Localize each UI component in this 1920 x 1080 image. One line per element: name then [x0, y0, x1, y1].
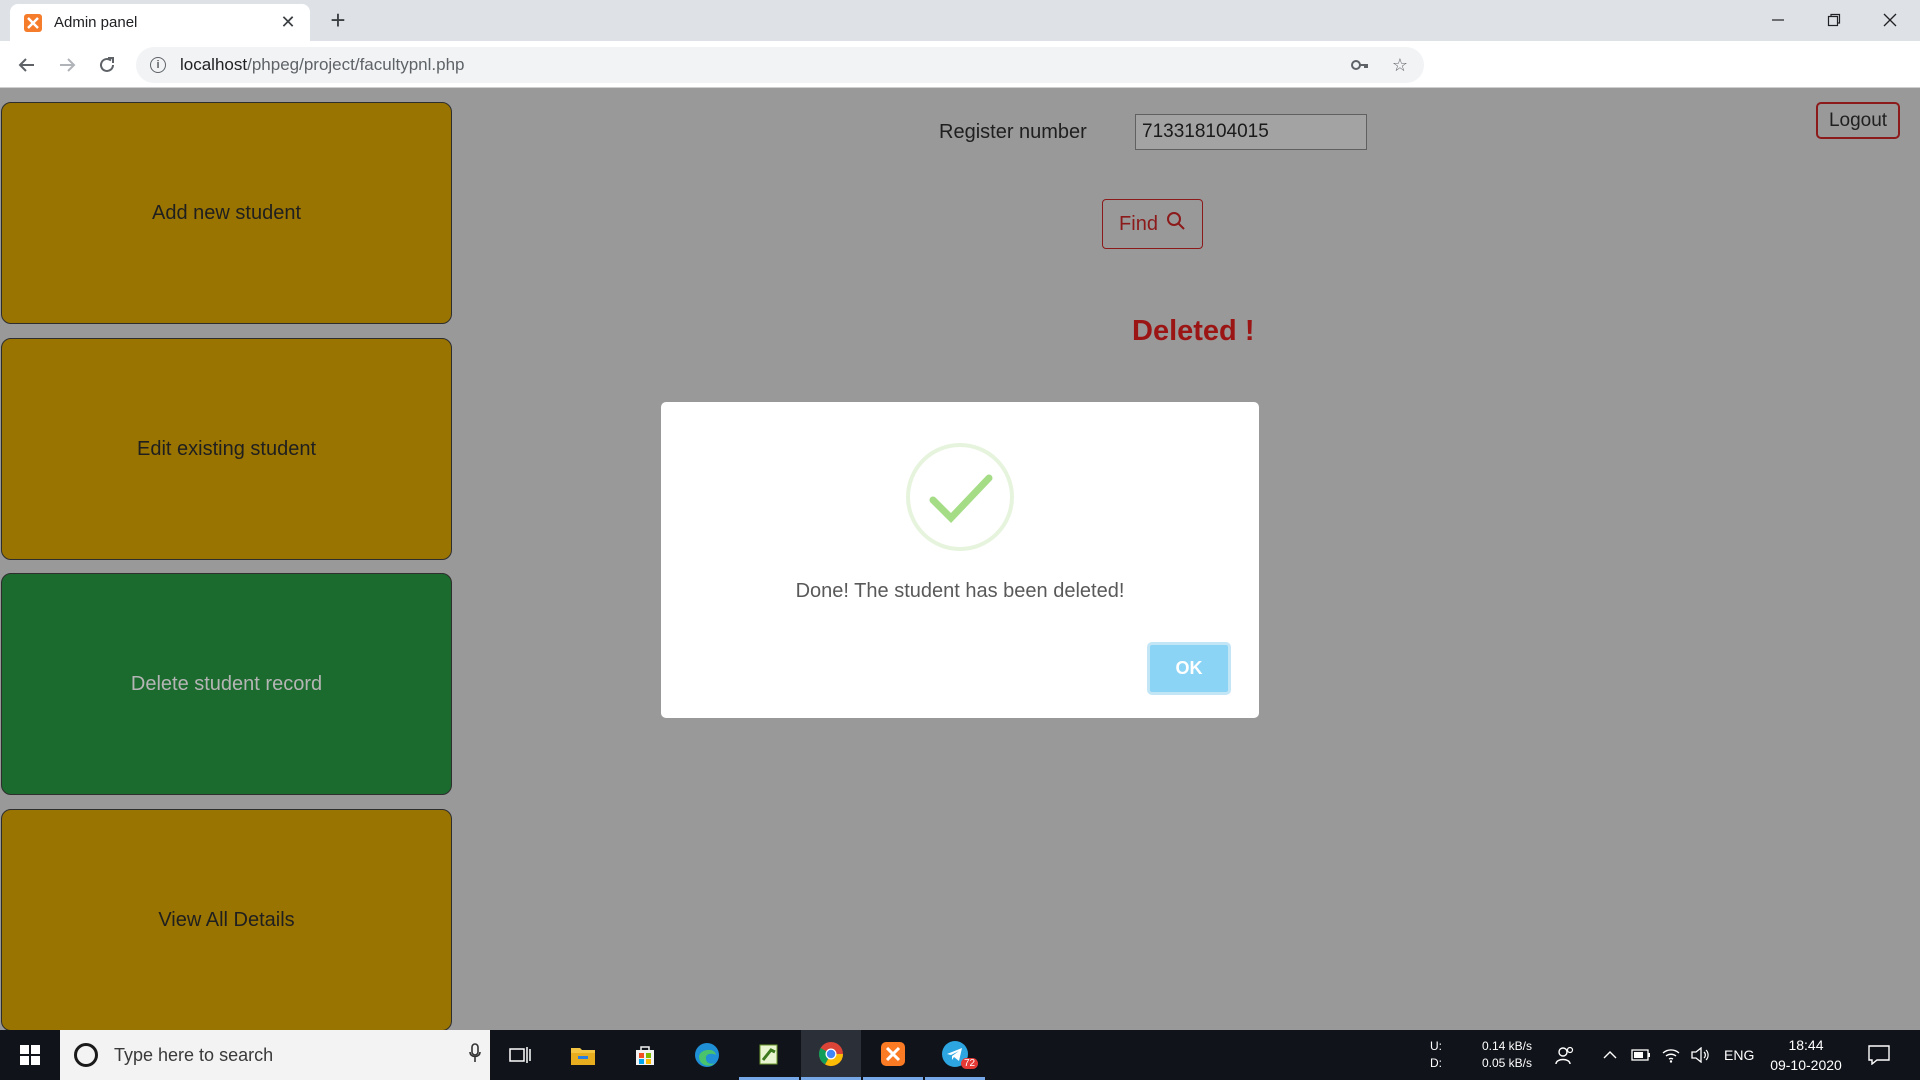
- taskbar-clock[interactable]: 18:44 09-10-2020: [1762, 1035, 1850, 1075]
- new-tab-icon[interactable]: +: [324, 6, 352, 34]
- url-path: /phpeg/project/facultypnl.php: [247, 55, 465, 74]
- net-speed-values: 0.14 kB/s 0.05 kB/s: [1478, 1038, 1532, 1072]
- net-speed-labels: U: D:: [1430, 1038, 1442, 1072]
- add-student-button[interactable]: Add new student: [1, 102, 452, 324]
- notepad-plus-icon[interactable]: [739, 1030, 799, 1080]
- clock-date: 09-10-2020: [1770, 1057, 1842, 1073]
- tab-title: Admin panel: [54, 14, 138, 31]
- url-host: localhost: [180, 55, 248, 74]
- clock-time: 18:44: [1788, 1037, 1824, 1053]
- dialog-message: Done! The student has been deleted!: [795, 580, 1125, 602]
- register-number-label: Register number: [939, 121, 1087, 143]
- bookmark-star-icon[interactable]: ☆: [1390, 55, 1410, 75]
- task-view-icon[interactable]: [490, 1030, 550, 1080]
- telegram-unread-badge: 72: [961, 1058, 979, 1069]
- delete-student-button[interactable]: Delete student record: [1, 573, 452, 795]
- volume-icon[interactable]: [1690, 1030, 1710, 1080]
- xampp-favicon-icon: [24, 13, 42, 32]
- windows-start-icon[interactable]: [0, 1030, 60, 1080]
- browser-toolbar: i localhost/phpeg/project/facultypnl.php…: [0, 41, 1920, 122]
- language-indicator[interactable]: ENG: [1724, 1030, 1754, 1080]
- battery-icon[interactable]: [1631, 1030, 1651, 1080]
- minimize-icon[interactable]: [1752, 0, 1804, 40]
- close-window-icon[interactable]: [1864, 0, 1916, 40]
- search-icon: [1166, 211, 1186, 237]
- people-icon[interactable]: [1555, 1030, 1575, 1080]
- browser-tab[interactable]: Admin panel ✕: [10, 4, 310, 41]
- address-bar[interactable]: i localhost/phpeg/project/facultypnl.php…: [136, 47, 1424, 83]
- microphone-icon[interactable]: [460, 1042, 490, 1068]
- wifi-icon[interactable]: [1661, 1030, 1681, 1080]
- view-all-details-button[interactable]: View All Details: [1, 809, 452, 1031]
- net-up-value: 0.14 kB/s: [1481, 1039, 1532, 1053]
- net-down-label: D:: [1430, 1056, 1442, 1070]
- chrome-browser-icon[interactable]: [801, 1030, 861, 1080]
- success-dialog: Done! The student has been deleted! OK: [661, 402, 1259, 718]
- windows-taskbar: Type here to search 72 U: D: 0.14 kB/s 0…: [0, 1030, 1920, 1080]
- cortana-icon: [74, 1043, 98, 1067]
- tray-chevron-up-icon[interactable]: [1603, 1030, 1617, 1080]
- key-icon[interactable]: [1350, 55, 1370, 75]
- ok-button[interactable]: OK: [1147, 642, 1231, 695]
- restore-icon[interactable]: [1808, 0, 1860, 40]
- reload-icon[interactable]: [91, 49, 123, 81]
- browser-tab-strip: Admin panel ✕ +: [0, 0, 1920, 41]
- tab-close-icon[interactable]: ✕: [278, 12, 298, 33]
- notifications-icon[interactable]: [1868, 1030, 1890, 1080]
- edge-browser-icon[interactable]: [677, 1030, 737, 1080]
- find-button-label: Find: [1119, 212, 1158, 235]
- find-button[interactable]: Find: [1102, 199, 1203, 249]
- logout-button[interactable]: Logout: [1816, 102, 1900, 139]
- success-check-icon: [905, 442, 1015, 552]
- site-info-icon[interactable]: i: [150, 57, 166, 73]
- forward-icon[interactable]: [51, 49, 83, 81]
- microsoft-store-icon[interactable]: [615, 1030, 675, 1080]
- sidebar-item-label: Delete student record: [130, 672, 323, 695]
- back-icon[interactable]: [11, 49, 43, 81]
- edit-student-button[interactable]: Edit existing student: [1, 338, 452, 560]
- xampp-icon[interactable]: [863, 1030, 923, 1080]
- taskbar-search-placeholder: Type here to search: [114, 1044, 274, 1065]
- telegram-icon[interactable]: 72: [925, 1030, 985, 1080]
- sidebar-item-label: View All Details: [158, 908, 295, 931]
- net-down-value: 0.05 kB/s: [1481, 1056, 1532, 1070]
- sidebar-item-label: Add new student: [152, 201, 301, 224]
- register-number-input[interactable]: [1135, 114, 1367, 150]
- sidebar-item-label: Edit existing student: [137, 437, 316, 460]
- status-message: Deleted !: [1132, 315, 1255, 347]
- net-up-label: U:: [1430, 1039, 1442, 1053]
- taskbar-search-box[interactable]: Type here to search: [60, 1030, 490, 1080]
- file-explorer-icon[interactable]: [553, 1030, 613, 1080]
